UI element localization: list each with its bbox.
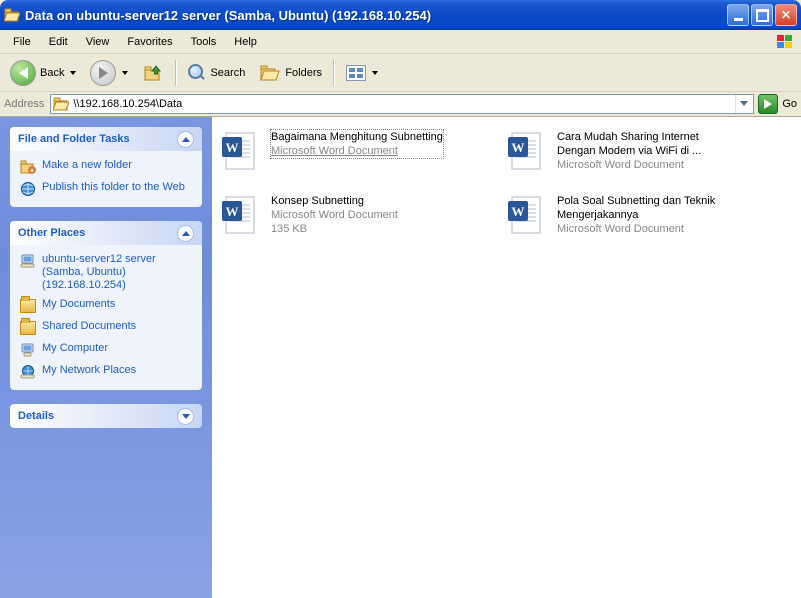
- address-path: \\192.168.10.254\Data: [73, 98, 731, 110]
- file-size: 135 KB: [271, 222, 398, 236]
- search-icon: [188, 64, 206, 82]
- address-label: Address: [4, 98, 46, 110]
- place-link-label: My Computer: [42, 342, 108, 355]
- address-dropdown[interactable]: [735, 95, 751, 113]
- publish-folder-link[interactable]: Publish this folder to the Web: [20, 181, 192, 197]
- up-button[interactable]: [136, 58, 170, 88]
- svg-text:W: W: [226, 204, 239, 219]
- search-button[interactable]: Search: [182, 58, 251, 88]
- file-title: Cara Mudah Sharing Internet Dengan Modem…: [557, 130, 737, 158]
- chevron-down-icon: [122, 71, 128, 75]
- place-server-link[interactable]: ubuntu-server12 server (Samba, Ubuntu) (…: [20, 253, 192, 292]
- other-places-header[interactable]: Other Places: [10, 221, 202, 245]
- title-bar: Data on ubuntu-server12 server (Samba, U…: [0, 0, 801, 30]
- go-label: Go: [782, 98, 797, 110]
- file-title: Konsep Subnetting: [271, 194, 398, 208]
- back-label: Back: [40, 67, 64, 79]
- computer-icon: [20, 253, 36, 269]
- menu-help[interactable]: Help: [225, 33, 266, 51]
- minimize-button[interactable]: [727, 4, 749, 26]
- place-link-label: ubuntu-server12 server (Samba, Ubuntu) (…: [42, 253, 192, 292]
- sidebar: File and Folder Tasks ✦ Make a new folde…: [0, 117, 212, 598]
- file-type: Microsoft Word Document: [271, 208, 398, 222]
- chevron-down-icon: [70, 71, 76, 75]
- views-button[interactable]: [340, 58, 384, 88]
- word-document-icon: W: [506, 129, 550, 173]
- svg-text:W: W: [512, 140, 525, 155]
- file-type: Microsoft Word Document: [557, 158, 737, 172]
- go-arrow-icon: [758, 94, 778, 114]
- folder-open-icon: [4, 7, 20, 23]
- menu-file[interactable]: File: [4, 33, 40, 51]
- network-places-icon: [20, 364, 36, 380]
- word-document-icon: W: [506, 193, 550, 237]
- svg-text:✦: ✦: [29, 167, 35, 175]
- svg-text:W: W: [226, 140, 239, 155]
- file-title: Pola Soal Subnetting dan Teknik Mengerja…: [557, 194, 737, 222]
- place-my-documents-link[interactable]: My Documents: [20, 298, 192, 314]
- place-link-label: My Network Places: [42, 364, 136, 377]
- chevron-down-icon: [372, 71, 378, 75]
- search-label: Search: [210, 67, 245, 79]
- folders-button[interactable]: Folders: [253, 58, 328, 88]
- panel-title: File and Folder Tasks: [18, 133, 130, 145]
- place-link-label: Shared Documents: [42, 320, 136, 333]
- maximize-button[interactable]: [751, 4, 773, 26]
- menu-view[interactable]: View: [77, 33, 119, 51]
- file-item[interactable]: W Pola Soal Subnetting dan Teknik Menger…: [504, 191, 778, 239]
- word-document-icon: W: [220, 129, 264, 173]
- task-link-label: Publish this folder to the Web: [42, 181, 185, 194]
- folders-label: Folders: [285, 67, 322, 79]
- file-item[interactable]: W Bagaimana Menghitung SubnettingMicroso…: [218, 127, 492, 175]
- file-item[interactable]: W Konsep SubnettingMicrosoft Word Docume…: [218, 191, 492, 239]
- menu-tools[interactable]: Tools: [182, 33, 226, 51]
- windows-flag-icon: [775, 33, 795, 51]
- svg-text:W: W: [512, 204, 525, 219]
- expand-icon: [177, 408, 194, 425]
- collapse-icon: [177, 131, 194, 148]
- place-link-label: My Documents: [42, 298, 115, 311]
- back-button[interactable]: Back: [4, 58, 82, 88]
- task-link-label: Make a new folder: [42, 159, 132, 172]
- details-panel: Details: [10, 404, 202, 428]
- new-folder-icon: ✦: [20, 159, 36, 175]
- details-header[interactable]: Details: [10, 404, 202, 428]
- file-folder-tasks-panel: File and Folder Tasks ✦ Make a new folde…: [10, 127, 202, 207]
- address-field[interactable]: \\192.168.10.254\Data: [50, 94, 754, 114]
- toolbar: Back Search Folders: [0, 54, 801, 92]
- place-shared-documents-link[interactable]: Shared Documents: [20, 320, 192, 336]
- file-type: Microsoft Word Document: [271, 144, 443, 158]
- folders-icon: [259, 63, 281, 83]
- word-document-icon: W: [220, 193, 264, 237]
- file-pane[interactable]: W Bagaimana Menghitung SubnettingMicroso…: [212, 117, 801, 598]
- menu-edit[interactable]: Edit: [40, 33, 77, 51]
- publish-web-icon: [20, 181, 36, 197]
- views-icon: [346, 65, 366, 81]
- collapse-icon: [177, 225, 194, 242]
- file-type: Microsoft Word Document: [557, 222, 737, 236]
- my-computer-icon: [20, 342, 36, 358]
- file-folder-tasks-header[interactable]: File and Folder Tasks: [10, 127, 202, 151]
- file-item[interactable]: W Cara Mudah Sharing Internet Dengan Mod…: [504, 127, 778, 175]
- forward-button[interactable]: [84, 58, 134, 88]
- other-places-panel: Other Places ubuntu-server12 server (Sam…: [10, 221, 202, 390]
- menu-bar: File Edit View Favorites Tools Help: [0, 30, 801, 54]
- share-folder-icon: [53, 96, 69, 112]
- address-bar: Address \\192.168.10.254\Data Go: [0, 92, 801, 117]
- folder-icon: [20, 298, 36, 314]
- file-title: Bagaimana Menghitung Subnetting: [271, 130, 443, 144]
- close-button[interactable]: [775, 4, 797, 26]
- folder-up-icon: [142, 62, 164, 84]
- make-new-folder-link[interactable]: ✦ Make a new folder: [20, 159, 192, 175]
- folder-icon: [20, 320, 36, 336]
- panel-title: Details: [18, 410, 54, 422]
- menu-favorites[interactable]: Favorites: [118, 33, 181, 51]
- panel-title: Other Places: [18, 227, 85, 239]
- place-my-computer-link[interactable]: My Computer: [20, 342, 192, 358]
- window-title: Data on ubuntu-server12 server (Samba, U…: [25, 8, 727, 23]
- go-button[interactable]: Go: [758, 94, 797, 114]
- place-my-network-places-link[interactable]: My Network Places: [20, 364, 192, 380]
